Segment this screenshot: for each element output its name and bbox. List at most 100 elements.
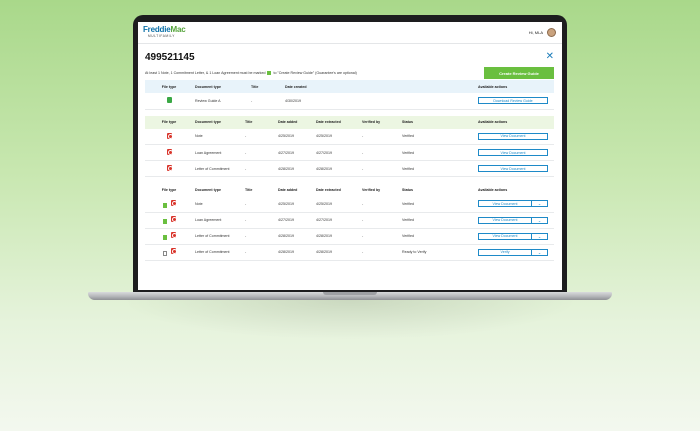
doc-type-cell: Note	[193, 128, 243, 145]
view-document-split-button: View Document ⌄	[478, 216, 548, 224]
date-extracted-cell: 4/28/2019	[314, 228, 360, 245]
verified-by-cell: -	[360, 128, 400, 145]
table-row: Loan Agreement - 4/27/2019 4/27/2019 - V…	[145, 212, 554, 229]
notice-text-before: At least 1 Note, 1 Commitment Letter, & …	[145, 71, 266, 75]
date-added-cell: 4/28/2019	[276, 160, 314, 177]
freddie-mac-logo[interactable]: FreddieMac MULTIFAMILY	[143, 25, 186, 39]
checkbox-icon[interactable]	[162, 250, 167, 256]
pdf-file-icon	[166, 149, 173, 155]
title-cell: -	[243, 128, 276, 145]
date-extracted-cell: 4/28/2019	[314, 160, 360, 177]
verify-split-button: Verify ⌄	[478, 248, 548, 256]
documents-table: File type Document type Title Date added…	[145, 183, 554, 261]
view-document-split-button: View Document ⌄	[478, 232, 548, 240]
date-created-cell: 4/30/2019	[283, 93, 476, 110]
title-cell: -	[243, 228, 276, 245]
column-header: Date created	[283, 80, 476, 93]
column-header: File type	[145, 80, 193, 93]
checkbox-icon[interactable]	[162, 218, 167, 224]
checkbox-icon[interactable]	[162, 234, 167, 240]
date-added-cell: 4/27/2019	[276, 144, 314, 161]
date-added-cell: 4/27/2019	[276, 212, 314, 229]
column-header: Title	[245, 187, 253, 192]
column-header: Date added	[278, 187, 298, 192]
doc-type-cell: Loan Agreement	[193, 212, 243, 229]
date-added-cell: 4/28/2019	[276, 228, 314, 245]
column-header: File type	[145, 115, 193, 129]
logo-word-freddie: Freddie	[143, 25, 171, 35]
status-cell: Verified	[400, 128, 476, 145]
status-cell: Verified	[400, 144, 476, 161]
page-title: 499521145	[145, 51, 195, 63]
verify-button[interactable]: Verify	[478, 248, 532, 256]
date-extracted-cell: 4/27/2019	[314, 212, 360, 229]
doc-type-cell: Letter of Commitment	[193, 244, 243, 261]
view-document-button[interactable]: View Document	[478, 216, 532, 224]
view-document-button[interactable]: View Document	[478, 232, 532, 240]
column-header: Available actions	[478, 187, 508, 192]
column-header: Document type	[193, 80, 249, 93]
user-greeting: Hi, MLA	[528, 30, 543, 35]
download-review-guide-button[interactable]: Download Review Guide	[478, 97, 548, 105]
date-extracted-cell: 4/28/2019	[314, 244, 360, 261]
title-cell: -	[243, 160, 276, 177]
view-document-button[interactable]: View Document	[478, 149, 548, 156]
table-row: Note - 4/25/2019 4/25/2019 - Verified Vi…	[145, 196, 554, 213]
pdf-file-icon	[166, 165, 173, 171]
status-cell: Verified	[400, 212, 476, 229]
avatar[interactable]	[547, 28, 556, 37]
column-header: Title	[249, 80, 283, 93]
date-extracted-cell: 4/25/2019	[314, 196, 360, 213]
column-header: Status	[402, 187, 413, 192]
view-document-button[interactable]: View Document	[478, 165, 548, 172]
column-header: Status	[400, 115, 476, 129]
app-screen: FreddieMac MULTIFAMILY Hi, MLA 499521145…	[138, 22, 562, 290]
create-review-guide-button[interactable]: Create Review Guide	[484, 67, 554, 79]
notice-text-after: to "Create Review Guide" (Guarantee's ar…	[273, 71, 357, 75]
column-header: Title	[243, 115, 276, 129]
table-row: Loan Agreement - 4/27/2019 4/27/2019 - V…	[145, 144, 554, 161]
title-cell: -	[243, 144, 276, 161]
chevron-down-icon[interactable]: ⌄	[532, 200, 548, 208]
column-header: Verified by	[362, 187, 381, 192]
verified-by-cell: -	[360, 160, 400, 177]
user-menu[interactable]: Hi, MLA	[529, 28, 556, 37]
title-cell: -	[243, 212, 276, 229]
requirements-notice: At least 1 Note, 1 Commitment Letter, & …	[145, 71, 357, 75]
top-bar: FreddieMac MULTIFAMILY Hi, MLA	[138, 22, 562, 44]
table-row: Review Guide A - 4/30/2019 Download Revi…	[145, 93, 554, 110]
status-cell: Verified	[400, 160, 476, 177]
verified-by-cell: -	[360, 244, 400, 261]
pdf-file-icon	[170, 199, 177, 206]
view-document-split-button: View Document ⌄	[478, 200, 548, 208]
pdf-file-icon	[170, 216, 177, 223]
table-row: Letter of Commitment - 4/28/2019 4/28/20…	[145, 160, 554, 177]
verified-by-cell: -	[360, 228, 400, 245]
logo-subtitle: MULTIFAMILY	[148, 34, 176, 39]
status-cell: Verified	[400, 196, 476, 213]
date-added-cell: 4/28/2019	[276, 244, 314, 261]
column-header: File type	[161, 187, 177, 192]
view-document-button[interactable]: View Document	[478, 200, 532, 208]
close-icon[interactable]: ✕	[546, 52, 554, 62]
date-extracted-cell: 4/25/2019	[314, 128, 360, 145]
date-added-cell: 4/25/2019	[276, 196, 314, 213]
chevron-down-icon[interactable]: ⌄	[532, 248, 548, 256]
title-cell: -	[243, 244, 276, 261]
table-header: File type Document type Title Date creat…	[145, 80, 554, 93]
verified-by-cell: -	[360, 144, 400, 161]
table-row: Note - 4/25/2019 4/25/2019 - Verified Vi…	[145, 128, 554, 145]
verified-documents-table: File type Document type Title Date added…	[145, 115, 554, 177]
view-document-button[interactable]: View Document	[478, 132, 548, 140]
table-header: File type Document type Title Date added…	[145, 115, 554, 129]
pdf-file-icon	[170, 248, 177, 255]
logo-word-mac: Mac	[170, 25, 186, 35]
verified-by-cell: -	[360, 196, 400, 213]
column-header: Document type	[193, 115, 243, 129]
chevron-down-icon[interactable]: ⌄	[532, 232, 548, 240]
checkbox-icon[interactable]	[162, 202, 167, 208]
date-extracted-cell: 4/27/2019	[314, 144, 360, 161]
table-row: Letter of Commitment - 4/28/2019 4/28/20…	[145, 244, 554, 261]
table-row: Letter of Commitment - 4/28/2019 4/28/20…	[145, 228, 554, 245]
chevron-down-icon[interactable]: ⌄	[532, 216, 548, 224]
